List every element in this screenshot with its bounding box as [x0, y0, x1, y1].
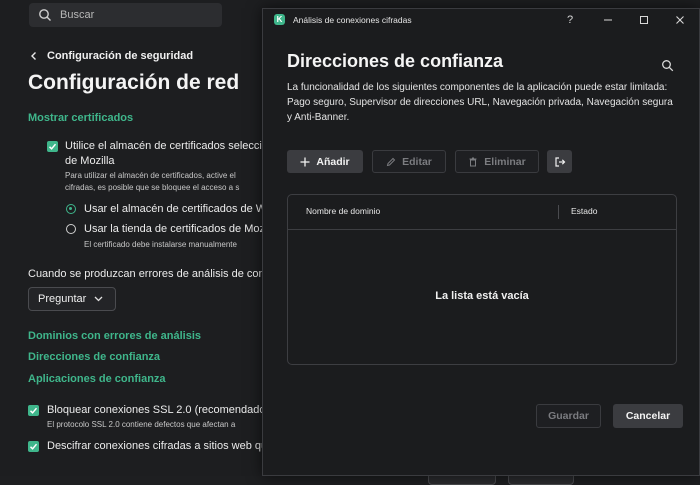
- errors-select[interactable]: Preguntar: [28, 287, 116, 311]
- use-store-label-2: de Mozilla: [65, 155, 115, 167]
- section-show-certificates: Mostrar certificados: [28, 112, 134, 124]
- trusted-addresses-dialog: K Análisis de conexiones cifradas ? Dire…: [262, 8, 700, 476]
- add-label: Añadir: [316, 155, 350, 168]
- help-button[interactable]: ?: [562, 12, 578, 28]
- page-title: Configuración de red: [28, 71, 240, 94]
- radio-mozilla-note: El certificado debe instalarse manualmen…: [84, 240, 237, 249]
- use-store-note-2: cifradas, es posible que se bloquee el a…: [65, 183, 240, 192]
- window-title: Análisis de conexiones cifradas: [293, 15, 412, 25]
- column-status[interactable]: Estado: [571, 206, 597, 216]
- kaspersky-logo-icon: K: [274, 14, 285, 25]
- search-icon: [39, 9, 51, 21]
- link-domains-errors[interactable]: Dominios con errores de análisis: [28, 330, 201, 342]
- domains-table: Nombre de dominio Estado La lista está v…: [287, 194, 677, 365]
- maximize-icon: [640, 16, 648, 24]
- column-separator[interactable]: [558, 205, 559, 219]
- link-trusted-addresses[interactable]: Direcciones de confianza: [28, 351, 160, 363]
- empty-list-message: La lista está vacía: [435, 290, 529, 302]
- dialog-titlebar: K Análisis de conexiones cifradas ?: [263, 9, 699, 31]
- delete-label: Eliminar: [484, 155, 526, 168]
- chevron-down-icon: [94, 296, 103, 302]
- errors-label: Cuando se produzcan errores de análisis …: [28, 268, 271, 280]
- add-button[interactable]: Añadir: [287, 150, 363, 173]
- close-button[interactable]: [672, 12, 688, 28]
- block-ssl-checkbox[interactable]: [28, 405, 39, 416]
- dialog-description: La funcionalidad de los siguientes compo…: [287, 82, 673, 123]
- use-store-label-1: Utilice el almacén de certificados selec…: [65, 140, 262, 152]
- radio-windows-store-label: Usar el almacén de certificados de Wi: [84, 203, 269, 215]
- link-trusted-apps[interactable]: Aplicaciones de confianza: [28, 373, 166, 385]
- column-domain-name[interactable]: Nombre de dominio: [306, 206, 380, 216]
- dialog-title: Direcciones de confianza: [287, 51, 504, 71]
- export-icon: [554, 156, 565, 167]
- use-store-note-1: Para utilizar el almacén de certificados…: [65, 171, 236, 180]
- close-icon: [676, 16, 684, 24]
- dialog-search-icon[interactable]: [661, 59, 674, 72]
- export-button[interactable]: [547, 150, 572, 173]
- block-ssl-label: Bloquear conexiones SSL 2.0 (recomendado…: [47, 404, 270, 416]
- block-ssl-note: El protocolo SSL 2.0 contiene defectos q…: [47, 420, 236, 429]
- search-box[interactable]: [29, 3, 222, 27]
- delete-button[interactable]: Eliminar: [455, 150, 539, 173]
- breadcrumb[interactable]: Configuración de seguridad: [29, 50, 193, 62]
- check-icon: [48, 143, 57, 150]
- radio-windows-store[interactable]: [66, 204, 76, 214]
- minimize-icon: [604, 19, 612, 21]
- trash-icon: [469, 157, 477, 166]
- table-header: Nombre de dominio Estado: [288, 195, 676, 230]
- chevron-left-icon: [31, 52, 36, 60]
- breadcrumb-label: Configuración de seguridad: [47, 50, 194, 62]
- decrypt-ev-checkbox[interactable]: [28, 441, 39, 452]
- errors-select-value: Preguntar: [38, 293, 87, 305]
- radio-mozilla-store-label: Usar la tienda de certificados de Mozi: [84, 223, 268, 235]
- plus-icon: [300, 157, 310, 166]
- check-icon: [29, 443, 38, 450]
- pencil-icon: [386, 157, 396, 166]
- cancel-button[interactable]: Cancelar: [613, 404, 683, 428]
- check-icon: [29, 407, 38, 414]
- radio-mozilla-store[interactable]: [66, 224, 76, 234]
- use-store-checkbox[interactable]: [47, 141, 58, 152]
- search-input[interactable]: [58, 8, 212, 22]
- minimize-button[interactable]: [600, 12, 616, 28]
- save-button[interactable]: Guardar: [536, 404, 601, 428]
- edit-button[interactable]: Editar: [372, 150, 446, 173]
- maximize-button[interactable]: [636, 12, 652, 28]
- edit-label: Editar: [402, 155, 432, 168]
